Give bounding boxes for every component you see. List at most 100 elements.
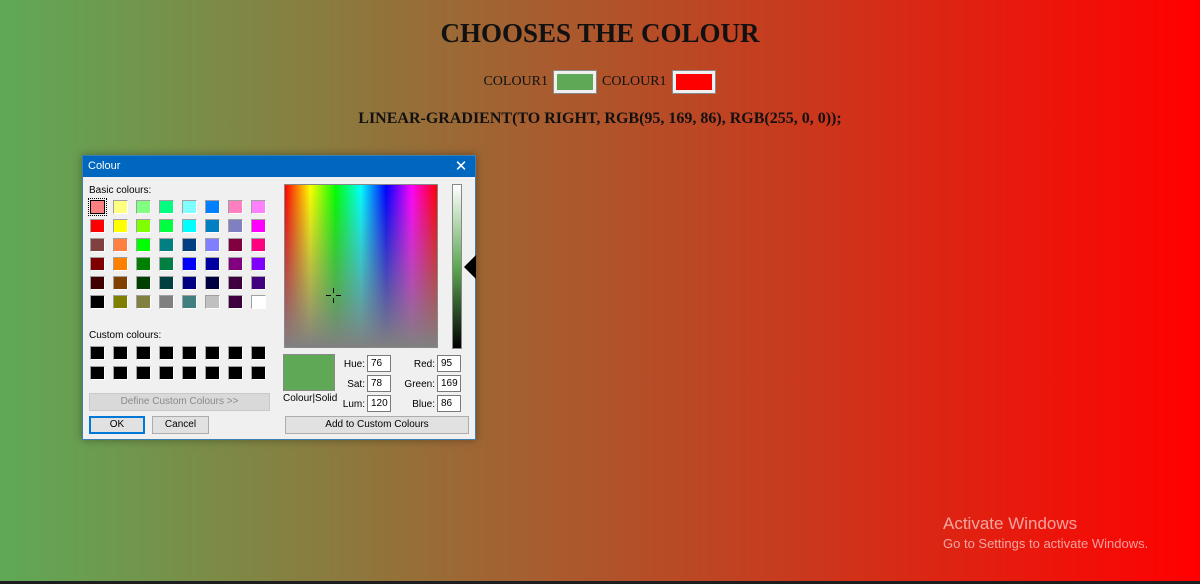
basic-colour-swatch[interactable] bbox=[182, 219, 197, 233]
basic-colour-swatch[interactable] bbox=[228, 200, 243, 214]
custom-colour-swatch[interactable] bbox=[90, 346, 105, 360]
custom-colour-swatch[interactable] bbox=[251, 346, 266, 360]
basic-colour-swatch[interactable] bbox=[228, 295, 243, 309]
custom-colours-grid bbox=[90, 346, 266, 380]
custom-colour-swatch[interactable] bbox=[136, 366, 151, 380]
basic-colour-swatch[interactable] bbox=[182, 295, 197, 309]
basic-colour-swatch[interactable] bbox=[113, 257, 128, 271]
custom-colour-swatch[interactable] bbox=[228, 366, 243, 380]
sat-label: Sat: bbox=[347, 379, 365, 390]
basic-colour-swatch[interactable] bbox=[88, 198, 107, 216]
basic-colour-swatch[interactable] bbox=[136, 276, 151, 290]
basic-colour-swatch[interactable] bbox=[205, 200, 220, 214]
custom-colours-label: Custom colours: bbox=[89, 330, 162, 341]
custom-colour-swatch[interactable] bbox=[113, 346, 128, 360]
green-field[interactable]: 169 bbox=[437, 375, 461, 392]
basic-colour-swatch[interactable] bbox=[228, 238, 243, 252]
custom-colour-swatch[interactable] bbox=[136, 346, 151, 360]
basic-colour-swatch[interactable] bbox=[90, 219, 105, 233]
basic-colour-swatch[interactable] bbox=[182, 200, 197, 214]
crosshair-icon bbox=[326, 288, 341, 303]
colour1-input[interactable] bbox=[553, 70, 597, 94]
basic-colour-swatch[interactable] bbox=[228, 276, 243, 290]
colour-picker-row: COLOUR1 COLOUR1 bbox=[0, 70, 1200, 94]
cancel-button[interactable]: Cancel bbox=[152, 416, 209, 434]
basic-colour-swatch[interactable] bbox=[228, 219, 243, 233]
basic-colour-swatch[interactable] bbox=[251, 219, 266, 233]
basic-colour-swatch[interactable] bbox=[251, 257, 266, 271]
close-icon[interactable]: ✕ bbox=[447, 156, 475, 177]
basic-colour-swatch[interactable] bbox=[136, 295, 151, 309]
basic-colour-swatch[interactable] bbox=[113, 200, 128, 214]
gradient-css-text: LINEAR-GRADIENT(TO RIGHT, RGB(95, 169, 8… bbox=[358, 110, 842, 127]
basic-colour-swatch[interactable] bbox=[205, 219, 220, 233]
custom-colour-swatch[interactable] bbox=[251, 366, 266, 380]
colour2-input[interactable] bbox=[671, 70, 716, 94]
sat-field[interactable]: 78 bbox=[367, 375, 391, 392]
custom-colour-swatch[interactable] bbox=[205, 366, 220, 380]
basic-colour-swatch[interactable] bbox=[90, 295, 105, 309]
custom-colour-swatch[interactable] bbox=[159, 346, 174, 360]
basic-colour-swatch[interactable] bbox=[113, 219, 128, 233]
dialog-title: Colour bbox=[88, 160, 121, 172]
basic-colour-swatch[interactable] bbox=[205, 276, 220, 290]
basic-colours-label: Basic colours: bbox=[89, 185, 152, 196]
basic-colour-swatch[interactable] bbox=[113, 238, 128, 252]
custom-colour-swatch[interactable] bbox=[113, 366, 128, 380]
define-custom-colours-button[interactable]: Define Custom Colours >> bbox=[89, 393, 270, 411]
basic-colour-swatch[interactable] bbox=[205, 295, 220, 309]
basic-colour-swatch[interactable] bbox=[159, 276, 174, 290]
basic-colour-swatch[interactable] bbox=[159, 200, 174, 214]
custom-colour-swatch[interactable] bbox=[159, 366, 174, 380]
basic-colour-swatch[interactable] bbox=[182, 257, 197, 271]
basic-colour-swatch[interactable] bbox=[159, 219, 174, 233]
luminance-slider[interactable] bbox=[452, 184, 462, 349]
custom-colour-swatch[interactable] bbox=[182, 346, 197, 360]
luminance-arrow-icon[interactable] bbox=[464, 255, 476, 279]
basic-colour-swatch[interactable] bbox=[251, 200, 266, 214]
custom-colour-swatch[interactable] bbox=[182, 366, 197, 380]
basic-colour-swatch[interactable] bbox=[136, 238, 151, 252]
basic-colour-swatch[interactable] bbox=[159, 257, 174, 271]
basic-colour-swatch[interactable] bbox=[228, 257, 243, 271]
watermark-title: Activate Windows bbox=[943, 514, 1078, 533]
custom-colour-swatch[interactable] bbox=[90, 366, 105, 380]
basic-colour-swatch[interactable] bbox=[90, 276, 105, 290]
dialog-titlebar[interactable]: Colour ✕ bbox=[83, 156, 475, 177]
colour1-label: COLOUR1 bbox=[483, 74, 548, 89]
custom-colour-swatch[interactable] bbox=[205, 346, 220, 360]
basic-colour-swatch[interactable] bbox=[136, 200, 151, 214]
basic-colour-swatch[interactable] bbox=[251, 238, 266, 252]
basic-colour-swatch[interactable] bbox=[113, 295, 128, 309]
basic-colour-swatch[interactable] bbox=[136, 257, 151, 271]
lum-label: Lum: bbox=[342, 399, 365, 410]
basic-colour-swatch[interactable] bbox=[251, 295, 266, 309]
green-label: Green: bbox=[404, 379, 435, 390]
basic-colour-swatch[interactable] bbox=[90, 257, 105, 271]
ok-button[interactable]: OK bbox=[89, 416, 145, 434]
basic-colour-swatch[interactable] bbox=[205, 257, 220, 271]
basic-colour-swatch[interactable] bbox=[205, 238, 220, 252]
hue-label: Hue: bbox=[343, 359, 365, 370]
activate-windows-watermark: Activate Windows Go to Settings to activ… bbox=[943, 514, 1148, 551]
watermark-subtitle: Go to Settings to activate Windows. bbox=[943, 536, 1149, 551]
add-to-custom-colours-button[interactable]: Add to Custom Colours bbox=[285, 416, 469, 434]
basic-colour-swatch[interactable] bbox=[136, 219, 151, 233]
colour-spectrum[interactable] bbox=[284, 184, 438, 348]
blue-field[interactable]: 86 bbox=[437, 395, 461, 412]
basic-colour-swatch[interactable] bbox=[159, 238, 174, 252]
colour2-label: COLOUR1 bbox=[602, 74, 667, 89]
basic-colour-swatch[interactable] bbox=[113, 276, 128, 290]
page-title: CHOOSES THE COLOUR bbox=[440, 18, 760, 48]
basic-colour-swatch[interactable] bbox=[182, 276, 197, 290]
basic-colour-swatch[interactable] bbox=[90, 238, 105, 252]
colour-dialog: Colour ✕ Basic colours: Custom colours: … bbox=[82, 155, 476, 440]
basic-colour-swatch[interactable] bbox=[159, 295, 174, 309]
basic-colour-swatch[interactable] bbox=[251, 276, 266, 290]
hue-field[interactable]: 76 bbox=[367, 355, 391, 372]
blue-label: Blue: bbox=[412, 399, 435, 410]
custom-colour-swatch[interactable] bbox=[228, 346, 243, 360]
basic-colour-swatch[interactable] bbox=[182, 238, 197, 252]
red-field[interactable]: 95 bbox=[437, 355, 461, 372]
lum-field[interactable]: 120 bbox=[367, 395, 391, 412]
